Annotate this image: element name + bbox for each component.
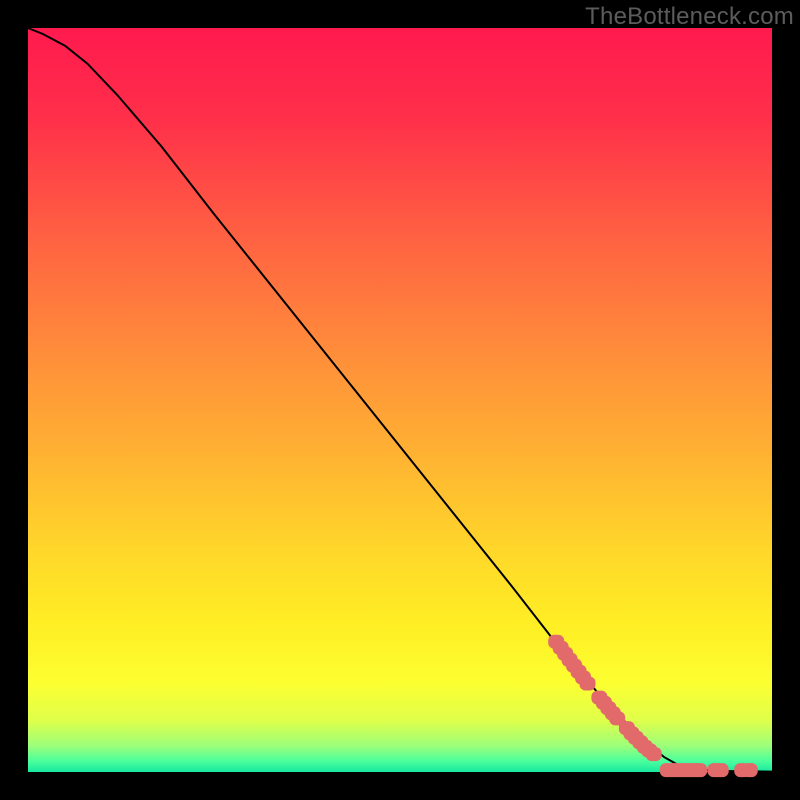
data-marker (713, 763, 729, 777)
chart-container: TheBottleneck.com (0, 0, 800, 800)
data-marker (646, 747, 662, 761)
data-marker (580, 677, 596, 691)
watermark-label: TheBottleneck.com (585, 3, 794, 31)
data-marker (691, 763, 707, 777)
data-marker (742, 763, 758, 777)
bottleneck-chart (0, 0, 800, 800)
plot-background (28, 28, 772, 772)
